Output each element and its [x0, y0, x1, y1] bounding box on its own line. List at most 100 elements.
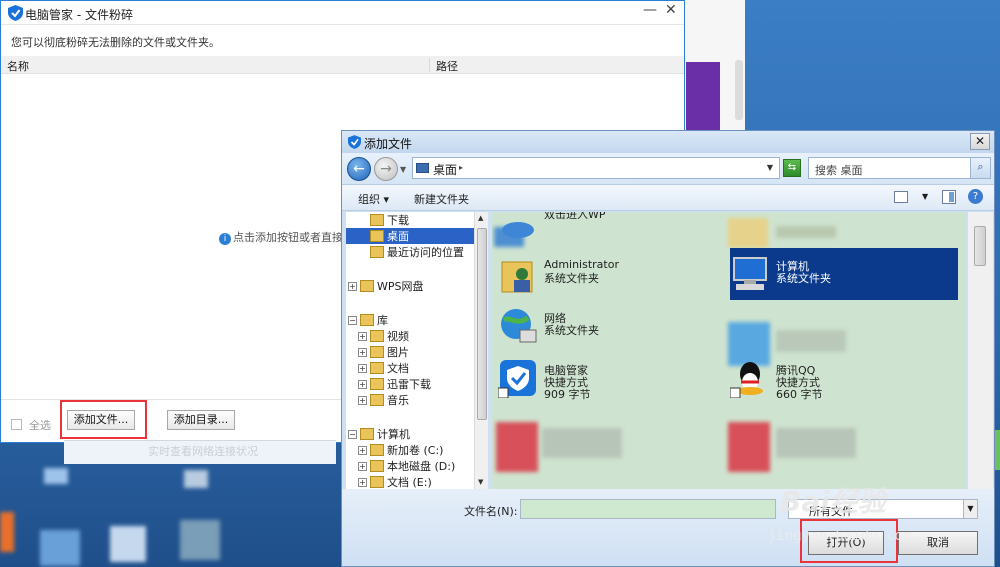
background-strip: 实时查看网络连接状况: [64, 440, 336, 464]
tree-item-label: 文档: [387, 362, 409, 375]
right-edge-indicator: [995, 430, 1000, 470]
collapse-icon[interactable]: −: [348, 430, 357, 439]
file-list: 双击进入WP Administrator 系统文件夹 计算机 系统文件夹 网络 系统文件夹电…: [492, 212, 966, 489]
add-folder-button[interactable]: 添加目录...: [167, 410, 235, 430]
search-input[interactable]: 搜索 桌面 ⌕: [808, 157, 991, 179]
baidu-watermark: Bai经验 jingyan.baidu.com: [768, 480, 998, 567]
tree-item[interactable]: + WPS网盘: [346, 278, 474, 294]
scroll-up-icon[interactable]: ▲: [478, 214, 483, 222]
expand-icon[interactable]: +: [358, 462, 367, 471]
expand-icon[interactable]: +: [348, 282, 357, 291]
tree-item[interactable]: + 文档: [346, 360, 474, 376]
strip-text: 实时查看网络连接状况: [148, 445, 258, 458]
expand-icon[interactable]: +: [358, 380, 367, 389]
minimize-button[interactable]: —: [643, 2, 657, 18]
pc-manager-logo-icon: [348, 135, 361, 149]
close-button[interactable]: ✕: [665, 2, 677, 18]
title-bar: 电脑管家 - 文件粉碎 — ✕: [1, 1, 684, 25]
file-item[interactable]: 腾讯QQ 快捷方式 660 字节: [729, 352, 958, 404]
tree-item-label: 文档 (E:): [387, 476, 432, 489]
tree-item[interactable]: − 库: [346, 312, 474, 328]
file-type: 系统文件夹: [544, 324, 599, 337]
expand-icon[interactable]: +: [358, 364, 367, 373]
filename-label: 文件名(N):: [464, 505, 518, 518]
desktop-folder-icon: [416, 163, 429, 173]
user-folder-icon: [498, 254, 538, 294]
folder-icon: [360, 280, 374, 292]
expand-icon[interactable]: +: [358, 478, 367, 487]
folder-icon: [370, 214, 384, 226]
file-name: 双击进入WP: [544, 212, 606, 221]
watermark-url: jingyan.baidu.com: [768, 528, 912, 544]
refresh-button[interactable]: ⇆: [783, 159, 801, 177]
file-item[interactable]: 网络 系统文件夹: [498, 300, 726, 352]
chevron-right-icon[interactable]: ▸: [459, 163, 463, 172]
column-divider[interactable]: [429, 58, 430, 72]
expand-icon[interactable]: +: [358, 332, 367, 341]
tree-item[interactable]: 桌面: [346, 228, 474, 244]
tree-item[interactable]: 最近访问的位置: [346, 244, 474, 260]
navigation-bar: ← → ▼ 桌面 ▸ ▼ ⇆ 搜索 桌面 ⌕: [342, 153, 994, 185]
tree-item[interactable]: − 计算机: [346, 426, 474, 442]
folder-icon: [360, 428, 374, 440]
tree-item-label: 下载: [387, 214, 409, 227]
column-path[interactable]: 路径: [436, 58, 458, 74]
file-item[interactable]: Administrator 系统文件夹: [498, 248, 726, 300]
tree-scrollbar[interactable]: ▲ ▼: [474, 212, 488, 489]
view-icon[interactable]: [894, 191, 908, 203]
expand-icon[interactable]: +: [358, 396, 367, 405]
select-all-checkbox[interactable]: [11, 419, 22, 430]
help-icon[interactable]: ?: [968, 189, 983, 204]
tree-item[interactable]: + 音乐: [346, 392, 474, 408]
folder-icon: [370, 330, 384, 342]
file-list-scrollbar[interactable]: [967, 212, 993, 489]
empty-hint: i 点击添加按钮或者直接: [219, 229, 343, 245]
highlight-box: [60, 400, 147, 439]
tree-item-label: 图片: [387, 346, 409, 359]
file-item[interactable]: 电脑管家 快捷方式 909 字节: [497, 352, 726, 404]
file-type: 系统文件夹: [776, 272, 831, 285]
view-dropdown-icon[interactable]: ▼: [922, 192, 928, 201]
file-item[interactable]: 双击进入WP: [498, 212, 726, 248]
scroll-down-icon[interactable]: ▼: [478, 478, 483, 486]
tree-item[interactable]: + 文档 (E:): [346, 474, 474, 489]
description-text: 您可以彻底粉碎无法删除的文件或文件夹。: [11, 36, 220, 49]
tree-item[interactable]: + 新加卷 (C:): [346, 442, 474, 458]
preview-pane-icon[interactable]: [942, 190, 956, 204]
tree-item-label: WPS网盘: [377, 280, 424, 293]
column-name[interactable]: 名称: [7, 58, 29, 74]
blurred-text: [776, 428, 856, 458]
file-item[interactable]: 计算机 系统文件夹: [730, 248, 958, 300]
blurred-text: [776, 330, 846, 352]
recent-locations-dropdown-icon[interactable]: ▼: [400, 165, 406, 174]
folder-icon: [370, 460, 384, 472]
tree-item[interactable]: + 图片: [346, 344, 474, 360]
folder-icon: [370, 378, 384, 390]
search-icon[interactable]: ⌕: [970, 158, 990, 178]
tree-scroll-thumb[interactable]: [477, 228, 487, 420]
back-button[interactable]: ←: [347, 157, 371, 181]
tree-item[interactable]: + 本地磁盘 (D:): [346, 458, 474, 474]
expand-icon[interactable]: +: [358, 446, 367, 455]
select-all-label: 全选: [29, 419, 51, 432]
background-banner: [686, 62, 720, 132]
collapse-icon[interactable]: −: [348, 316, 357, 325]
new-folder-button[interactable]: 新建文件夹: [414, 191, 469, 207]
dialog-close-button[interactable]: ✕: [970, 133, 990, 150]
organize-menu[interactable]: 组织 ▾: [358, 191, 389, 207]
chevron-down-icon[interactable]: ▼: [767, 163, 773, 172]
address-text: 桌面: [433, 163, 458, 177]
folder-icon: [360, 314, 374, 326]
address-bar[interactable]: 桌面 ▸ ▼: [412, 157, 780, 179]
filename-input[interactable]: [520, 499, 776, 519]
navigation-tree: 下载 桌面 最近访问的位置 + WPS网盘 − 库 + 视频 + 图片 + 文档 + 迅雷下载 + 音乐 − 计算机…: [346, 212, 474, 489]
tree-item[interactable]: 下载: [346, 212, 474, 228]
forward-button[interactable]: →: [374, 157, 398, 181]
file-scroll-thumb[interactable]: [974, 226, 986, 266]
watermark-brand: Bai经验: [780, 485, 886, 518]
background-scrollbar: [735, 60, 743, 120]
tree-item[interactable]: + 迅雷下载: [346, 376, 474, 392]
blurred-icon: [496, 422, 538, 472]
expand-icon[interactable]: +: [358, 348, 367, 357]
tree-item[interactable]: + 视频: [346, 328, 474, 344]
